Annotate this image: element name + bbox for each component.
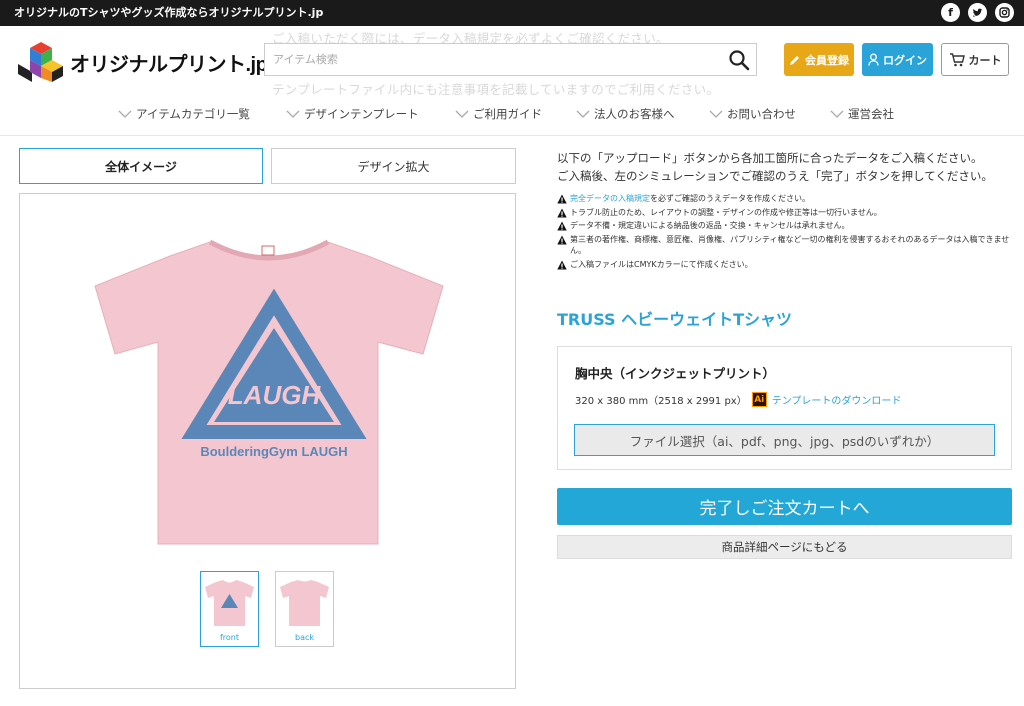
- note-text: ご入稿ファイルはCMYKカラーにて作成ください。: [570, 259, 753, 269]
- nav-item-templates[interactable]: デザインテンプレート: [286, 106, 419, 122]
- instagram-icon[interactable]: [995, 3, 1014, 22]
- user-icon: [868, 53, 879, 66]
- register-label: 会員登録: [805, 53, 849, 67]
- cart-label: カート: [968, 53, 1002, 67]
- nav-item-contact[interactable]: お問い合わせ: [709, 106, 796, 122]
- instruction-line-1: 以下の「アップロード」ボタンから各加工箇所に合ったデータをご入稿ください。: [557, 151, 983, 165]
- site-logo[interactable]: オリジナルプリント.jp: [18, 42, 268, 82]
- upload-panel: 胸中央（インクジェットプリント） 320 x 380 mm（2518 x 299…: [557, 346, 1012, 470]
- chevron-down-icon: [118, 110, 132, 118]
- tagline: オリジナルのTシャツやグッズ作成ならオリジナルプリント.jp: [14, 6, 324, 19]
- thumb-front-label: front: [219, 633, 240, 642]
- cart-icon: [949, 52, 965, 66]
- search-box: [264, 43, 757, 76]
- site-header: ご入稿いただく際には、データ入稿規定を必ずよくご確認ください。 テンプレートファ…: [0, 26, 1024, 136]
- tab-design-zoom[interactable]: デザイン拡大: [271, 148, 516, 184]
- main-nav: アイテムカテゴリ一覧 デザインテンプレート ご利用ガイド 法人のお客様へ お問い…: [0, 106, 1024, 128]
- nav-item-guide[interactable]: ご利用ガイド: [455, 106, 542, 122]
- search-input[interactable]: [265, 44, 705, 75]
- template-download-link[interactable]: テンプレートのダウンロード: [772, 392, 902, 407]
- warning-icon: [557, 221, 567, 231]
- print-location-title: 胸中央（インクジェットプリント）: [575, 366, 776, 381]
- note-text: データ不備・規定違いによる納品後の返品・交換・キャンセルは承れません。: [570, 221, 850, 230]
- nav-label: ご利用ガイド: [473, 107, 542, 121]
- note-item: 第三者の著作権、商標権、意匠権、肖像権、パブリシティ権など一切の権利を侵害するお…: [557, 234, 1017, 257]
- logo-cube-icon: [18, 42, 63, 82]
- tshirt-preview: LAUGH BoulderingGym LAUGH: [19, 193, 516, 689]
- nav-item-company[interactable]: 運営会社: [830, 106, 894, 122]
- illustrator-icon: Ai: [751, 392, 767, 407]
- search-icon[interactable]: [728, 49, 750, 71]
- thumbnail-front[interactable]: front: [200, 571, 259, 647]
- thumbnail-back[interactable]: back: [275, 571, 334, 647]
- thumb-front-image: [205, 580, 254, 626]
- nav-label: アイテムカテゴリ一覧: [136, 107, 250, 121]
- chevron-down-icon: [455, 110, 469, 118]
- note-item: トラブル防止のため、レイアウトの調整・デザインの作成や修正等は一切行いません。: [557, 207, 1017, 219]
- chevron-down-icon: [709, 110, 723, 118]
- print-caption: BoulderingGym LAUGH: [200, 444, 347, 459]
- print-size: 320 x 380 mm（2518 x 2991 px）: [575, 396, 747, 407]
- print-size-row: 320 x 380 mm（2518 x 2991 px） Ai テンプレートのダ…: [575, 392, 901, 407]
- login-label: ログイン: [883, 53, 927, 67]
- warning-icon: [557, 194, 567, 204]
- twitter-icon[interactable]: [968, 3, 987, 22]
- caution-notes: 完全データの入稿規定を必ずご確認のうえデータを作成ください。 トラブル防止のため…: [557, 193, 1017, 272]
- register-button[interactable]: 会員登録: [784, 43, 854, 76]
- complete-order-button[interactable]: 完了しご注文カートへ: [557, 488, 1012, 525]
- note-text: 第三者の著作権、商標権、意匠権、肖像権、パブリシティ権など一切の権利を侵害するお…: [570, 234, 1010, 256]
- chevron-down-icon: [576, 110, 590, 118]
- warning-icon: [557, 260, 567, 269]
- thumb-back-image: [280, 580, 329, 626]
- nav-label: デザインテンプレート: [304, 107, 419, 121]
- instruction-line-2: ご入稿後、左のシミュレーションでご確認のうえ「完了」ボタンを押してください。: [557, 169, 993, 183]
- back-to-product-button[interactable]: 商品詳細ページにもどる: [557, 535, 1012, 559]
- cart-button[interactable]: カート: [941, 43, 1009, 76]
- note-text: を必ずご確認のうえデータを作成ください。: [650, 194, 810, 203]
- chevron-down-icon: [830, 110, 844, 118]
- pencil-icon: [790, 55, 799, 65]
- data-rules-link[interactable]: 完全データの入稿規定: [570, 194, 650, 203]
- upload-instructions: 以下の「アップロード」ボタンから各加工箇所に合ったデータをご入稿ください。 ご入…: [557, 149, 993, 185]
- tshirt-front-image: LAUGH BoulderingGym LAUGH: [94, 239, 444, 545]
- note-item: ご入稿ファイルはCMYKカラーにて作成ください。: [557, 259, 1017, 271]
- facebook-icon[interactable]: f: [941, 3, 960, 22]
- note-item: データ不備・規定違いによる納品後の返品・交換・キャンセルは承れません。: [557, 220, 1017, 232]
- note-item: 完全データの入稿規定を必ずご確認のうえデータを作成ください。: [557, 193, 1017, 205]
- warning-icon: [557, 208, 567, 217]
- logo-text: オリジナルプリント.jp: [70, 53, 268, 76]
- note-text: トラブル防止のため、レイアウトの調整・デザインの作成や修正等は一切行いません。: [570, 207, 882, 217]
- nav-label: 法人のお客様へ: [594, 107, 675, 121]
- print-logo-text: LAUGH: [228, 380, 322, 410]
- nav-item-business[interactable]: 法人のお客様へ: [576, 106, 675, 122]
- product-title: TRUSS ヘビーウェイトTシャツ: [557, 310, 793, 329]
- notice-ghost-line-2: テンプレートファイル内にも注意事項を記載していますのでご利用ください。: [272, 82, 720, 97]
- top-bar: オリジナルのTシャツやグッズ作成ならオリジナルプリント.jp f: [0, 0, 1024, 26]
- warning-icon: [557, 235, 567, 244]
- chevron-down-icon: [286, 110, 300, 118]
- nav-item-categories[interactable]: アイテムカテゴリ一覧: [118, 106, 250, 122]
- social-links: f: [941, 3, 1014, 22]
- tab-overall-image[interactable]: 全体イメージ: [19, 148, 263, 184]
- login-button[interactable]: ログイン: [862, 43, 933, 76]
- file-select-button[interactable]: ファイル選択（ai、pdf、png、jpg、psdのいずれか）: [574, 424, 995, 456]
- nav-label: お問い合わせ: [727, 107, 796, 121]
- nav-label: 運営会社: [848, 107, 894, 121]
- thumb-back-label: back: [294, 633, 314, 642]
